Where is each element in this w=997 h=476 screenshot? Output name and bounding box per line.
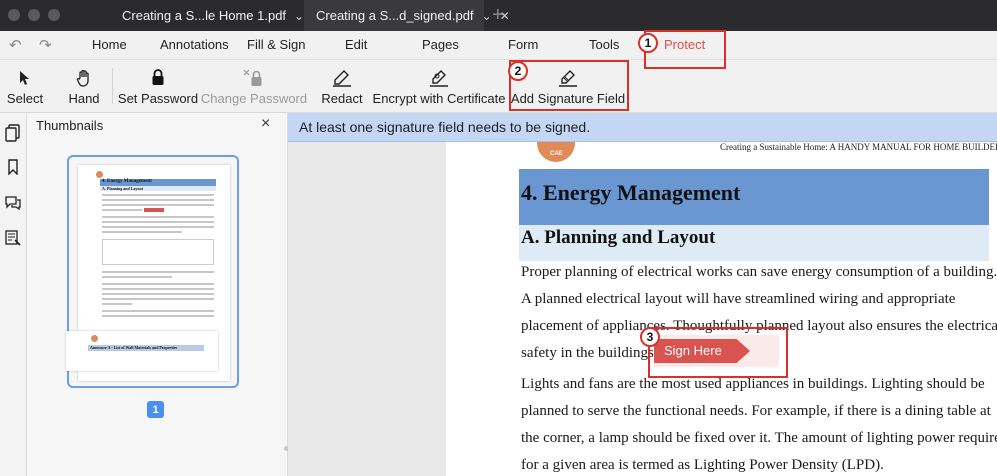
lock-icon [151,68,165,88]
section-heading: 4. Energy Management [521,180,741,205]
thumbnail-text-line [102,231,182,233]
body-text-line: A planned electrical layout will have st… [521,291,956,307]
new-tab-button[interactable]: + [492,4,504,27]
tool-label: Change Password [200,90,308,106]
logo-label: CAE [550,151,563,157]
body-text-line: for a given area is termed as Lighting P… [521,457,884,473]
tab-label: Creating a S...le Home 1.pdf [122,8,287,23]
redo-icon[interactable]: ↷ [39,36,52,54]
protect-tab-highlight [644,30,726,69]
menu-tools[interactable]: Tools [589,37,619,52]
toolbar-divider [112,68,113,104]
thumbnail-heading: Annexure A - List of Wall Materials and … [90,345,178,350]
minimize-window-icon[interactable] [28,9,40,21]
tool-label: Encrypt with Certificate [372,90,506,106]
thumbnail-text-line [102,221,214,223]
thumbnail-text-line [102,199,214,201]
arrow-cursor-icon [18,68,32,88]
menu-home[interactable]: Home [92,37,127,52]
body-text-line: the corner, a lamp should be fixed over … [521,430,997,446]
thumbnail-text-line [102,276,172,278]
thumbnail-table [102,239,214,265]
thumbnail-text-line [102,293,214,295]
sidebar-icon-rail [0,113,27,476]
menu-form[interactable]: Form [508,37,538,52]
running-header: Creating a Sustainable Home: A HANDY MAN… [720,142,997,152]
thumbnail-text-line [102,216,214,218]
close-icon[interactable]: × [261,115,270,133]
panel-title: Thumbnails [36,118,104,133]
section-subheading: A. Planning and Layout [521,227,716,248]
tab-label: Creating a S...d_signed.pdf [316,8,474,23]
select-tool-button[interactable]: Select [0,60,50,113]
signature-notice-banner: At least one signature field needs to be… [288,113,997,142]
current-page-badge: 1 [147,401,164,418]
tab-document-2[interactable]: Creating a S...d_signed.pdf ⌄ ✕ [304,0,510,31]
thumbnail-text-line [102,209,142,211]
set-password-button[interactable]: Set Password [118,60,198,113]
chevron-down-icon[interactable]: ⌄ [482,9,492,23]
thumbnails-panel: Thumbnails × 4. Energy Management A. Pla… [27,113,289,476]
redact-button[interactable]: Redact [314,60,370,113]
undo-icon[interactable]: ↶ [9,36,22,54]
thumbnail-text-line [102,194,214,196]
pages-icon[interactable] [4,124,22,142]
thumbnail-text-line [102,226,214,228]
change-password-button[interactable]: Change Password [200,60,308,113]
hand-tool-button[interactable]: Hand [58,60,110,113]
protect-toolbar: Select Hand Set Password Change Password… [0,60,997,113]
menu-annotations[interactable]: Annotations [160,37,229,52]
tool-label: Select [6,90,44,106]
signature-field-highlight [648,327,788,378]
thumbnail-logo [91,335,98,342]
lock-cross-icon [243,68,265,88]
certificate-pen-icon [428,68,450,88]
thumbnail-text-line [102,204,214,206]
tool-label: Set Password [117,90,199,106]
thumbnail-text-line [102,310,214,312]
menu-pages[interactable]: Pages [422,37,459,52]
thumbnail-text-line [102,288,214,290]
page-thumbnail-2[interactable]: Annexure A - List of Wall Materials and … [66,331,218,371]
thumbnail-text-line [102,271,214,273]
callout-badge-1: 1 [638,33,658,53]
thumbnail-text-line [102,298,214,300]
fields-icon[interactable] [4,229,22,247]
menu-edit[interactable]: Edit [345,37,367,52]
body-text-line: planned to serve the functional needs. F… [521,403,991,419]
body-text-line: Lights and fans are the most used applia… [521,376,985,392]
chevron-down-icon[interactable]: ⌄ [294,9,304,23]
hand-icon [76,68,92,88]
tab-document-1[interactable]: Creating a S...le Home 1.pdf ⌄ ✕ [112,0,322,31]
thumbnail-text-line [102,283,214,285]
redact-pen-icon [331,68,353,88]
callout-badge-3: 3 [640,327,660,347]
menu-bar: ↶ ↷ Home Annotations Fill & Sign Edit Pa… [0,31,997,60]
body-text-line: Proper planning of electrical works can … [521,264,997,280]
zoom-window-icon[interactable] [48,9,60,21]
banner-message: At least one signature field needs to be… [299,119,591,135]
thumbnail-subheading: A. Planning and Layout [102,186,143,191]
thumbnail-logo [96,171,103,178]
close-window-icon[interactable] [8,9,20,21]
tool-label: Hand [68,90,100,106]
thumbnail-text-line [102,315,214,317]
thumbnail-text-line [102,303,132,305]
body-text-line: safety in the buildings. [521,345,658,361]
encrypt-certificate-button[interactable]: Encrypt with Certificate [373,60,505,113]
thumbnail-heading: 4. Energy Management [102,179,152,184]
menu-fill-sign[interactable]: Fill & Sign [247,37,306,52]
bookmark-icon[interactable] [4,158,22,176]
tool-label: Redact [321,90,363,106]
window-titlebar: Creating a S...le Home 1.pdf ⌄ ✕ Creatin… [0,0,997,31]
callout-badge-2: 2 [508,61,528,81]
comments-icon[interactable] [4,194,22,212]
thumbnail-sign-tag [144,208,164,212]
